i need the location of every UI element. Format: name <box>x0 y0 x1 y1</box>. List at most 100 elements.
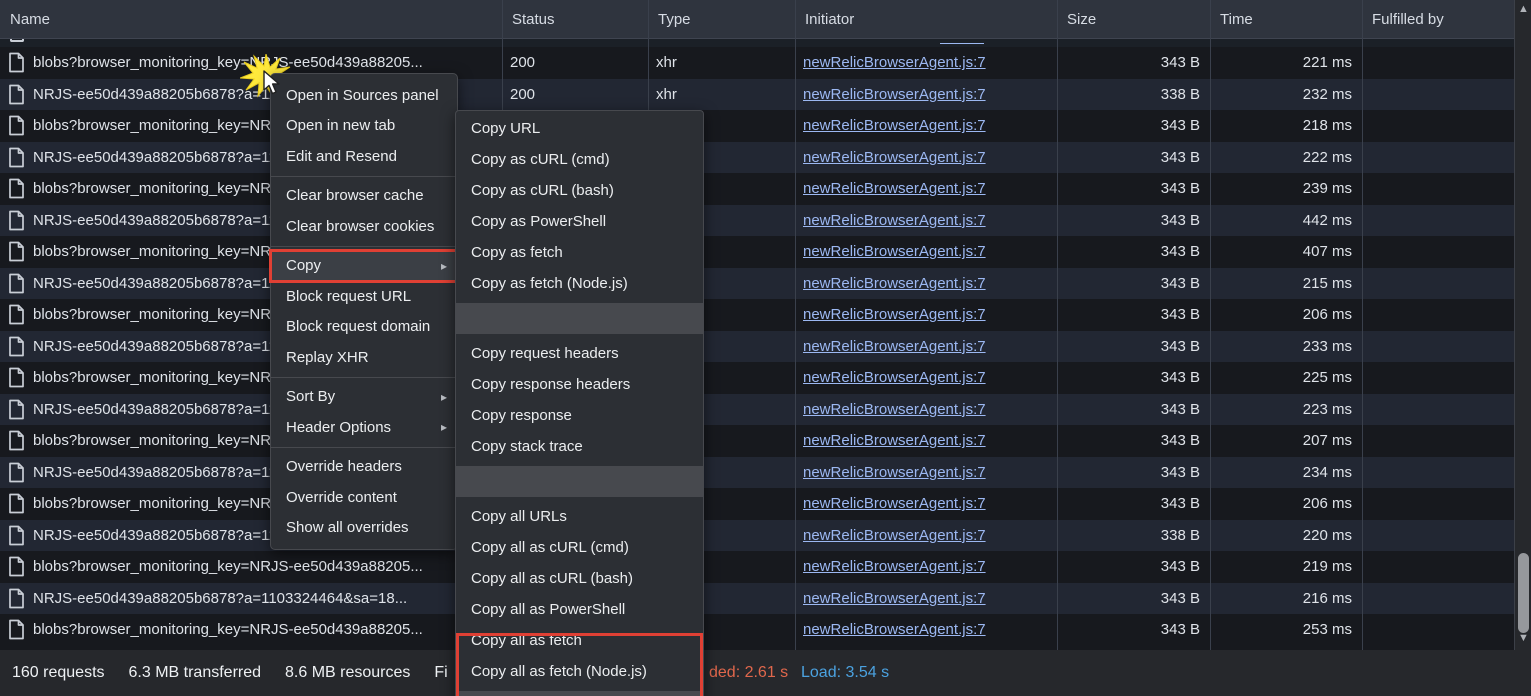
copy-submenu-item[interactable]: Copy all as fetch <box>456 625 703 656</box>
copy-submenu-item[interactable]: Copy URL <box>456 113 703 144</box>
network-request-row[interactable]: blobs?browser_monitoring_key=NRJS-ee50d4… <box>0 425 1514 457</box>
initiator-link[interactable]: newRelicBrowserAgent.js:7 <box>803 306 986 323</box>
network-request-row[interactable]: NRJS-ee50d439a88205b6878?a=1103324464&sa… <box>0 394 1514 426</box>
column-header[interactable]: Status <box>502 11 648 28</box>
initiator-cell: newRelicBrowserAgent.js:7 <box>795 583 1057 615</box>
network-request-row[interactable]: NRJS-ee50d439a88205b6878?a=1103324464&sa… <box>0 331 1514 363</box>
initiator-link[interactable]: newRelicBrowserAgent.js:7 <box>803 621 986 638</box>
initiator-link[interactable]: newRelicBrowserAgent.js:7 <box>803 558 986 575</box>
initiator-cell: newRelicBrowserAgent.js:7 <box>795 268 1057 300</box>
context-menu-item[interactable]: Clear browser cookies ▸ <box>271 211 457 242</box>
column-header[interactable]: Initiator <box>795 11 1057 28</box>
copy-submenu-item[interactable]: Copy response <box>456 400 703 431</box>
copy-submenu-item[interactable]: Copy all URLs <box>456 501 703 532</box>
network-request-row[interactable]: blobs?browser_monitoring_key=NRJS-ee50d4… <box>0 47 1514 79</box>
time-cell: 215 ms <box>1210 268 1362 300</box>
request-name: blobs?browser_monitoring_key=NRJS-ee50d4… <box>33 558 423 575</box>
context-menu-item[interactable]: Block request URL ▸ <box>271 281 457 312</box>
summary-item: 160 requests <box>12 664 105 682</box>
network-request-row[interactable]: blobs?browser_monitoring_key=NRJS-ee50d4… <box>0 488 1514 520</box>
network-request-row[interactable]: NRJS-ee50d439a88205b6878?a=1103324464&sa… <box>0 583 1514 615</box>
context-menu-item[interactable]: Header Options ▸ <box>271 412 457 443</box>
context-menu-item[interactable]: ▸ <box>271 377 457 378</box>
copy-submenu-item[interactable]: Copy all as cURL (cmd) <box>456 532 703 563</box>
column-header[interactable]: Size <box>1057 11 1210 28</box>
network-request-row[interactable]: blobs?browser_monitoring_key=NRJS-ee50d4… <box>0 299 1514 331</box>
copy-submenu-item[interactable]: Copy as fetch (Node.js) <box>456 268 703 299</box>
network-request-row[interactable]: blobs?browser_monitoring_key=NRJS-ee50d4… <box>0 236 1514 268</box>
context-menu-item[interactable]: Replay XHR ▸ <box>271 342 457 373</box>
scrollbar-thumb[interactable] <box>1518 553 1529 633</box>
network-request-row[interactable]: blobs?browser_monitoring_key=NRJS-ee50d4… <box>0 110 1514 142</box>
partially-scrolled-row[interactable] <box>0 39 1514 47</box>
time-value: 222 ms <box>1303 149 1352 166</box>
context-menu-item[interactable]: Block request domain ▸ <box>271 312 457 343</box>
size-cell: 343 B <box>1057 457 1210 489</box>
initiator-link[interactable]: newRelicBrowserAgent.js:7 <box>803 590 986 607</box>
copy-submenu-item[interactable]: Copy all as PowerShell <box>456 594 703 625</box>
initiator-link[interactable]: newRelicBrowserAgent.js:7 <box>803 495 986 512</box>
initiator-link[interactable]: newRelicBrowserAgent.js:7 <box>803 86 986 103</box>
column-header[interactable]: Fulfilled by <box>1362 11 1514 28</box>
initiator-link[interactable]: newRelicBrowserAgent.js:7 <box>803 275 986 292</box>
initiator-link[interactable]: newRelicBrowserAgent.js:7 <box>803 149 986 166</box>
initiator-link[interactable]: newRelicBrowserAgent.js:7 <box>803 401 986 418</box>
initiator-link[interactable]: newRelicBrowserAgent.js:7 <box>803 527 986 544</box>
initiator-link[interactable]: newRelicBrowserAgent.js:7 <box>803 338 986 355</box>
initiator-link[interactable]: newRelicBrowserAgent.js:7 <box>803 369 986 386</box>
copy-submenu-item[interactable] <box>456 691 703 696</box>
menu-item-label: Header Options <box>286 419 391 436</box>
context-menu-item[interactable]: Open in Sources panel ▸ <box>271 80 457 111</box>
column-header[interactable]: Time <box>1210 11 1362 28</box>
context-menu-item[interactable]: Edit and Resend ▸ <box>271 141 457 172</box>
context-menu-item[interactable]: Copy ▸ <box>271 251 457 282</box>
network-request-row[interactable]: NRJS-ee50d439a88205b6878?a=1103324464&sa… <box>0 457 1514 489</box>
submenu-arrow-icon: ▸ <box>441 420 447 434</box>
initiator-link[interactable]: newRelicBrowserAgent.js:7 <box>803 212 986 229</box>
copy-submenu-item[interactable]: Copy response headers <box>456 369 703 400</box>
scroll-down-arrow-icon[interactable]: ▼ <box>1518 634 1529 643</box>
time-value: 407 ms <box>1303 243 1352 260</box>
initiator-link[interactable]: newRelicBrowserAgent.js:7 <box>803 243 986 260</box>
copy-submenu-item[interactable]: Copy as fetch <box>456 237 703 268</box>
network-request-row[interactable]: NRJS-ee50d439a88205b6878?a=1103324464&sa… <box>0 142 1514 174</box>
copy-submenu-item[interactable]: Copy as cURL (bash) <box>456 175 703 206</box>
type-value: xhr <box>656 86 677 103</box>
vertical-scrollbar[interactable]: ▲ ▼ <box>1514 0 1531 650</box>
copy-submenu-item[interactable]: Copy all as fetch (Node.js) <box>456 656 703 687</box>
context-menu-item[interactable]: Clear browser cache ▸ <box>271 181 457 212</box>
context-menu-item[interactable]: ▸ <box>271 176 457 177</box>
column-header[interactable]: Name <box>0 11 502 28</box>
copy-submenu-item[interactable]: Copy stack trace <box>456 431 703 462</box>
scroll-up-arrow-icon[interactable]: ▲ <box>1518 5 1529 14</box>
network-request-row[interactable]: NRJS-ee50d439a88205b6878?a=1103324464&sa… <box>0 205 1514 237</box>
initiator-link[interactable]: newRelicBrowserAgent.js:7 <box>803 464 986 481</box>
initiator-link[interactable]: newRelicBrowserAgent.js:7 <box>803 54 986 71</box>
network-request-row[interactable]: blobs?browser_monitoring_key=NRJS-ee50d4… <box>0 551 1514 583</box>
context-menu-item[interactable]: Show all overrides ▸ <box>271 513 457 544</box>
copy-submenu-item[interactable]: Copy as PowerShell <box>456 206 703 237</box>
time-value: 223 ms <box>1303 401 1352 418</box>
initiator-link[interactable]: newRelicBrowserAgent.js:7 <box>803 432 986 449</box>
context-menu-item[interactable]: ▸ <box>271 246 457 247</box>
network-request-row[interactable]: NRJS-ee50d439a88205b6878?a=1103324464&sa… <box>0 79 1514 111</box>
size-value: 343 B <box>1161 54 1200 71</box>
network-request-row[interactable]: blobs?browser_monitoring_key=NRJS-ee50d4… <box>0 362 1514 394</box>
copy-submenu-item[interactable]: Copy as cURL (cmd) <box>456 144 703 175</box>
network-request-row[interactable]: blobs?browser_monitoring_key=NRJS-ee50d4… <box>0 173 1514 205</box>
network-request-row[interactable]: blobs?browser_monitoring_key=NRJS-ee50d4… <box>0 614 1514 646</box>
initiator-link[interactable]: newRelicBrowserAgent.js:7 <box>803 180 986 197</box>
context-menu-item[interactable]: ▸ <box>271 447 457 448</box>
context-menu-item[interactable]: Override content ▸ <box>271 482 457 513</box>
network-request-row[interactable]: NRJS-ee50d439a88205b6878?a=1103324464&sa… <box>0 268 1514 300</box>
copy-submenu-item[interactable] <box>456 303 703 334</box>
column-header[interactable]: Type <box>648 11 795 28</box>
initiator-link[interactable]: newRelicBrowserAgent.js:7 <box>803 117 986 134</box>
network-request-row[interactable]: NRJS-ee50d439a88205b6878?a=1103324464&sa… <box>0 520 1514 552</box>
context-menu-item[interactable]: Override headers ▸ <box>271 452 457 483</box>
copy-submenu-item[interactable]: Copy request headers <box>456 338 703 369</box>
context-menu-item[interactable]: Sort By ▸ <box>271 382 457 413</box>
copy-submenu-item[interactable] <box>456 466 703 497</box>
context-menu-item[interactable]: Open in new tab ▸ <box>271 111 457 142</box>
copy-submenu-item[interactable]: Copy all as cURL (bash) <box>456 563 703 594</box>
